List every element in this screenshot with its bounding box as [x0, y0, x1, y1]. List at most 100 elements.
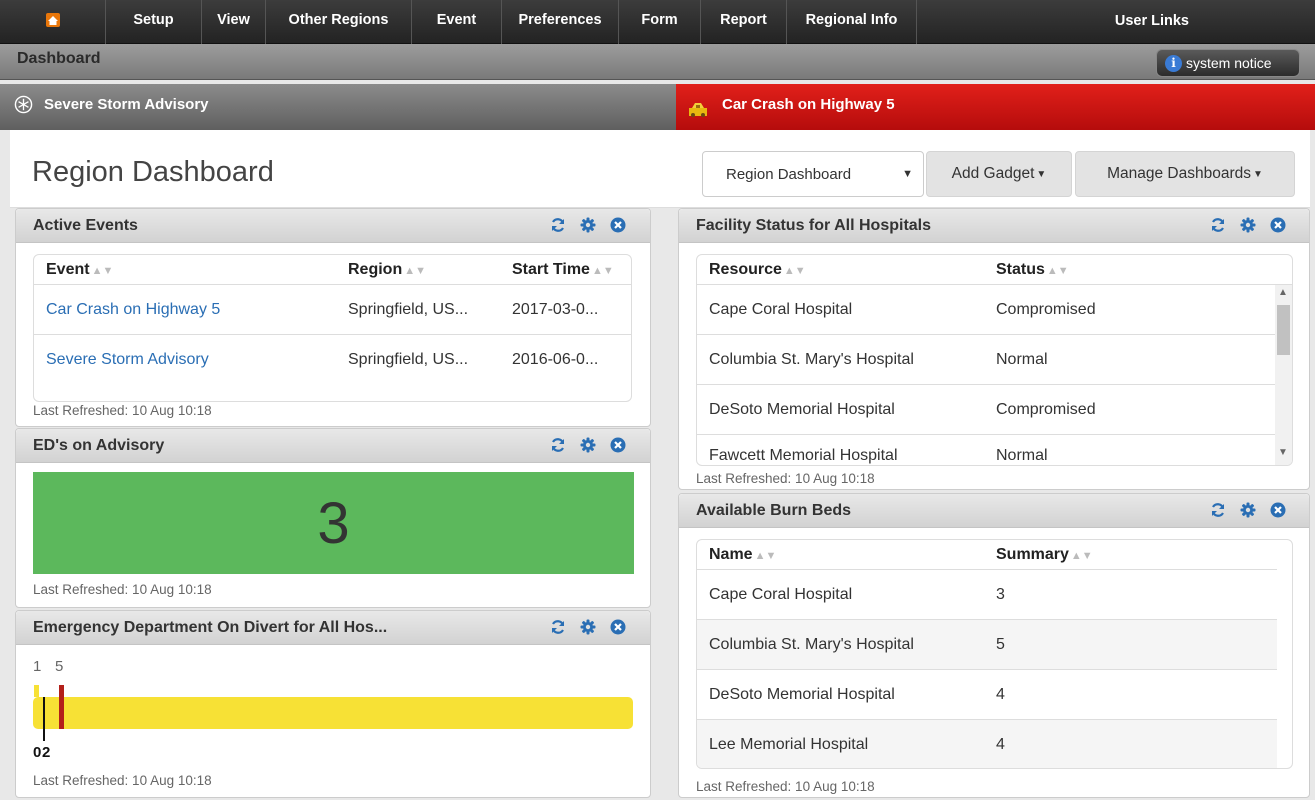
column-event[interactable]: Event ▲▼: [46, 261, 113, 279]
dashboard-bar: Dashboard i system notice: [0, 44, 1315, 80]
gear-icon[interactable]: [580, 217, 596, 233]
column-resource[interactable]: Resource ▲▼: [709, 261, 806, 279]
gadget-header: Available Burn Beds: [679, 494, 1309, 528]
gadget-title: Available Burn Beds: [696, 502, 852, 519]
close-icon[interactable]: [610, 217, 626, 233]
table-row[interactable]: DeSoto Memorial Hospital Compromised: [697, 385, 1277, 435]
sort-icon: ▲▼: [91, 264, 114, 277]
scroll-down-icon[interactable]: ▼: [1278, 447, 1288, 458]
alert-right-label: Car Crash on Highway 5: [722, 95, 895, 113]
close-icon[interactable]: [1270, 502, 1286, 518]
start-time-cell: 2017-03-0...: [512, 300, 599, 318]
refresh-icon[interactable]: [1210, 502, 1226, 518]
ed-divert-gadget: Emergency Department On Divert for All H…: [15, 610, 651, 798]
resource-cell: Columbia St. Mary's Hospital: [709, 350, 914, 368]
nav-user-links[interactable]: User Links: [917, 0, 1215, 44]
event-link[interactable]: Car Crash on Highway 5: [46, 301, 220, 319]
refresh-icon[interactable]: [550, 619, 566, 635]
last-refreshed: Last Refreshed: 10 Aug 10:18: [33, 403, 212, 418]
marker-label: 1: [33, 658, 42, 675]
table-row[interactable]: Cape Coral Hospital Compromised: [697, 285, 1277, 335]
marker-label: 2: [42, 744, 51, 761]
marker-label: 5: [55, 658, 64, 675]
close-icon[interactable]: [610, 619, 626, 635]
facility-scrollbar[interactable]: ▲ ▼: [1275, 285, 1292, 465]
nav-other-regions[interactable]: Other Regions: [266, 0, 412, 44]
add-gadget-button[interactable]: Add Gadget ▼: [926, 151, 1072, 197]
home-button[interactable]: [0, 0, 106, 44]
column-name[interactable]: Name ▲▼: [709, 546, 776, 564]
caret-down-icon: ▼: [1253, 168, 1263, 180]
column-region[interactable]: Region ▲▼: [348, 261, 426, 279]
gear-icon[interactable]: [1240, 217, 1256, 233]
sort-icon: ▲▼: [404, 264, 426, 277]
table-row[interactable]: Cape Coral Hospital 3: [697, 570, 1277, 620]
nav-event[interactable]: Event: [412, 0, 502, 44]
gear-icon[interactable]: [580, 437, 596, 453]
active-events-table: Event ▲▼ Region ▲▼ Start Time ▲▼ Car Crash …: [33, 254, 632, 402]
summary-cell: 4: [996, 736, 1005, 753]
table-row[interactable]: Fawcett Memorial Hospital Normal: [697, 435, 1277, 465]
info-icon: i: [1165, 54, 1182, 72]
table-header: Event ▲▼ Region ▲▼ Start Time ▲▼: [34, 255, 631, 285]
manage-dashboards-button[interactable]: Manage Dashboards ▼: [1075, 151, 1295, 197]
table-row[interactable]: Columbia St. Mary's Hospital 5: [697, 620, 1277, 670]
nav-view[interactable]: View: [202, 0, 266, 44]
table-header: Resource ▲▼ Status ▲▼: [697, 255, 1292, 285]
gadget-header: Facility Status for All Hospitals: [679, 209, 1309, 243]
gadget-title: Emergency Department On Divert for All H…: [33, 619, 388, 636]
burn-beds-table: Name ▲▼ Summary ▲▼ Cape Coral Hospital 3 C…: [696, 539, 1293, 769]
column-summary[interactable]: Summary ▲▼: [996, 546, 1093, 564]
close-icon[interactable]: [1270, 217, 1286, 233]
system-notice-label: system notice: [1186, 55, 1272, 71]
table-row[interactable]: Columbia St. Mary's Hospital Normal: [697, 335, 1277, 385]
red-marker: [59, 685, 64, 729]
gadget-header: Active Events: [16, 209, 650, 243]
refresh-icon[interactable]: [1210, 217, 1226, 233]
gadget-controls: [550, 217, 626, 233]
snowflake-icon: [14, 95, 33, 113]
alert-severe-storm[interactable]: Severe Storm Advisory: [0, 84, 676, 130]
nav-regional-info[interactable]: Regional Info: [787, 0, 917, 44]
yellow-marker: [34, 685, 39, 697]
scroll-up-icon[interactable]: ▲: [1278, 287, 1288, 298]
system-notice-button[interactable]: i system notice: [1156, 49, 1300, 77]
table-row[interactable]: Severe Storm Advisory Springfield, US...…: [34, 335, 631, 385]
dashboard-select[interactable]: Region Dashboard ▼: [702, 151, 924, 197]
last-refreshed: Last Refreshed: 10 Aug 10:18: [33, 773, 212, 788]
alert-car-crash[interactable]: Car Crash on Highway 5: [676, 84, 1315, 130]
gadget-header: Emergency Department On Divert for All H…: [16, 611, 650, 645]
event-link[interactable]: Severe Storm Advisory: [46, 351, 209, 369]
marker-label: 0: [33, 744, 42, 761]
column-start-time[interactable]: Start Time ▲▼: [512, 261, 614, 279]
summary-cell: 4: [996, 685, 1005, 703]
nav-report[interactable]: Report: [701, 0, 787, 44]
eds-advisory-gadget: ED's on Advisory 3 Last Refreshed: 10 Au…: [15, 428, 651, 608]
nav-preferences[interactable]: Preferences: [502, 0, 619, 44]
gadget-controls: [550, 437, 626, 453]
active-events-gadget: Active Events Event ▲▼ Region ▲▼ Start Tim…: [15, 208, 651, 427]
sort-icon: ▲▼: [591, 264, 614, 277]
table-row[interactable]: DeSoto Memorial Hospital 4: [697, 670, 1277, 720]
facility-status-gadget: Facility Status for All Hospitals Resour…: [678, 208, 1310, 490]
table-row[interactable]: Lee Memorial Hospital 4: [697, 720, 1277, 768]
table-row[interactable]: Car Crash on Highway 5 Springfield, US..…: [34, 285, 631, 335]
column-status[interactable]: Status ▲▼: [996, 261, 1069, 279]
manage-dashboards-label: Manage Dashboards: [1107, 165, 1251, 182]
black-marker: [43, 697, 45, 741]
refresh-icon[interactable]: [550, 217, 566, 233]
gear-icon[interactable]: [580, 619, 596, 635]
refresh-icon[interactable]: [550, 437, 566, 453]
burn-beds-gadget: Available Burn Beds Name ▲▼ Summary ▲▼ Cap…: [678, 493, 1310, 798]
nav-setup[interactable]: Setup: [106, 0, 202, 44]
gear-icon[interactable]: [1240, 502, 1256, 518]
gadget-title: Facility Status for All Hospitals: [696, 217, 932, 234]
region-cell: Springfield, US...: [348, 300, 469, 318]
home-icon: [45, 13, 60, 27]
close-icon[interactable]: [610, 437, 626, 453]
scroll-thumb[interactable]: [1277, 305, 1290, 355]
status-cell: Compromised: [996, 300, 1096, 318]
name-cell: DeSoto Memorial Hospital: [709, 685, 895, 703]
nav-form[interactable]: Form: [619, 0, 701, 44]
last-refreshed: Last Refreshed: 10 Aug 10:18: [696, 471, 875, 486]
